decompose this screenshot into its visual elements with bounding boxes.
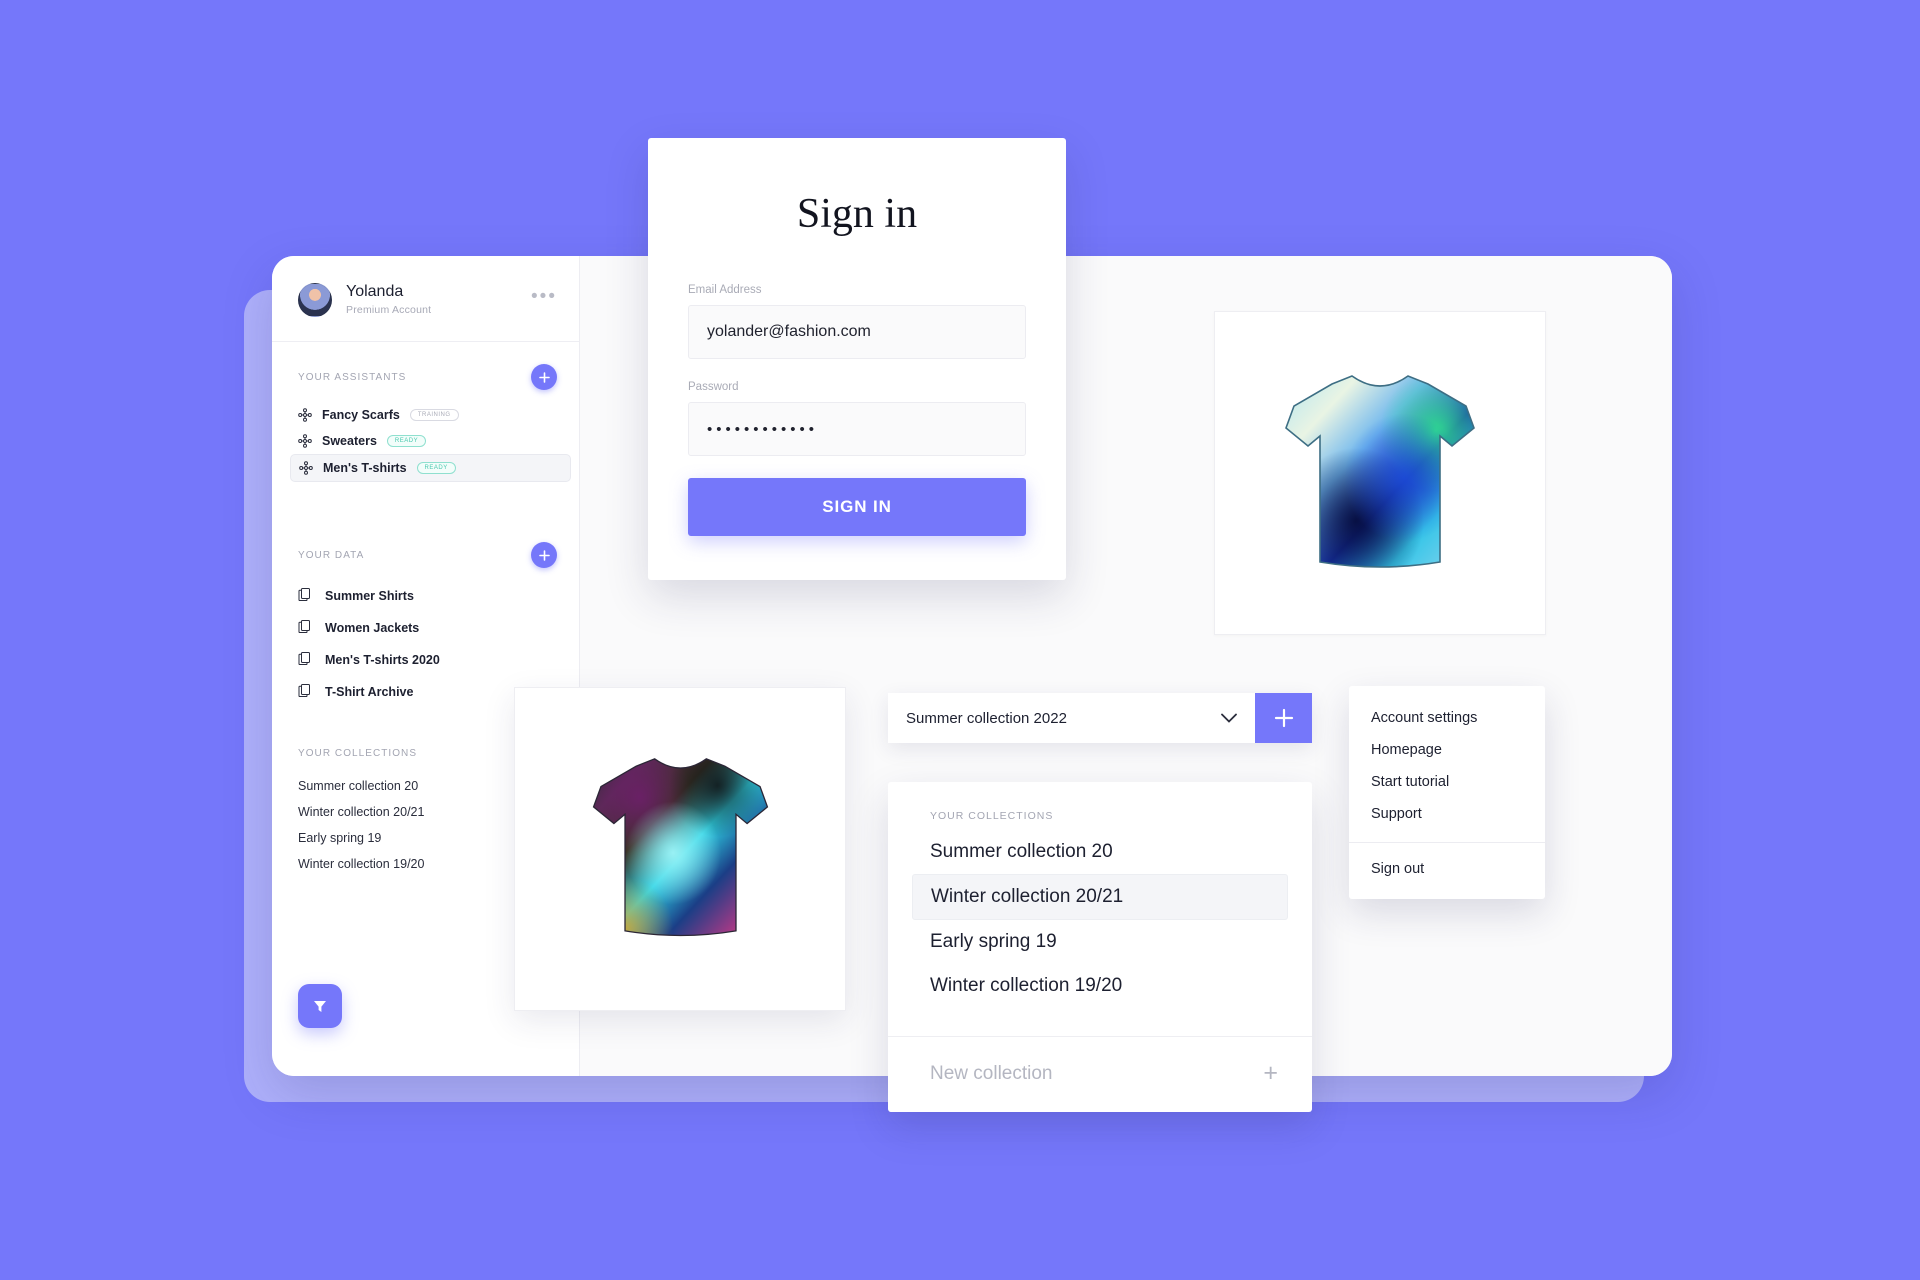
email-label: Email Address [688,284,762,296]
collection-select-value: Summer collection 2022 [906,709,1067,727]
overflow-menu-icon[interactable]: ••• [531,287,557,306]
add-collection-button[interactable] [1255,693,1312,743]
dropdown-item-winter-collection-20-21[interactable]: Winter collection 20/21 [912,874,1288,920]
plus-icon [538,549,550,561]
collections-title: YOUR COLLECTIONS [298,748,418,760]
data-label: Summer Shirts [325,589,414,604]
data-label: Men's T-shirts 2020 [325,653,440,668]
product-card-bottom[interactable] [514,687,846,1011]
assistant-item-mens-tshirts[interactable]: Men's T-shirts READY [290,454,571,483]
add-data-button[interactable] [531,542,557,569]
email-field-group: Email Address yolander@fashion.com [688,284,1026,359]
data-label: T-Shirt Archive [325,685,414,700]
plus-icon[interactable]: + [1263,1061,1278,1086]
assistants-title: YOUR ASSISTANTS [298,371,407,383]
avatar [298,282,332,317]
account-menu: Account settings Homepage Start tutorial… [1349,686,1545,899]
password-input[interactable]: •••••••••••• [688,402,1026,456]
assistant-label: Sweaters [322,434,377,449]
menu-item-start-tutorial[interactable]: Start tutorial [1349,766,1545,798]
copy-files-icon [298,619,313,637]
password-field-group: Password •••••••••••• [688,381,1026,456]
iridescent-tiedye-tshirt-image [592,758,768,937]
add-assistant-button[interactable] [531,364,557,391]
assistant-status-badge: READY [386,435,427,448]
assistant-node-icon [298,408,312,422]
assistant-node-icon [299,461,313,475]
assistant-label: Men's T-shirts [323,461,407,476]
assistant-label: Fancy Scarfs [322,408,400,423]
assistants-section: YOUR ASSISTANTS Fancy Scarfs TRAINING Sw… [272,342,579,483]
collection-select-bar: Summer collection 2022 [888,693,1312,743]
data-item-women-jackets[interactable]: Women Jackets [272,612,579,644]
assistant-item-fancy-scarfs[interactable]: Fancy Scarfs TRAINING [272,402,571,428]
data-title: YOUR DATA [298,549,365,561]
email-input[interactable]: yolander@fashion.com [688,305,1026,359]
copy-files-icon [298,651,313,669]
filter-funnel-icon [314,1001,326,1012]
menu-item-homepage[interactable]: Homepage [1349,734,1545,766]
profile-name: Yolanda [346,283,404,300]
assistants-list: Fancy Scarfs TRAINING Sweaters READY Men… [272,402,579,483]
data-section: YOUR DATA Summer Shirts Women Jackets Me… [272,520,579,708]
copy-files-icon [298,587,313,605]
data-label: Women Jackets [325,621,420,636]
menu-item-account-settings[interactable]: Account settings [1349,702,1545,734]
collection-select[interactable]: Summer collection 2022 [888,693,1255,743]
plus-icon [538,371,550,383]
assistant-item-sweaters[interactable]: Sweaters READY [272,428,571,454]
menu-item-support[interactable]: Support [1349,798,1545,830]
assistant-status-badge: TRAINING [409,409,459,422]
data-item-mens-tshirts-2020[interactable]: Men's T-shirts 2020 [272,644,579,676]
signin-submit-button[interactable]: SIGN IN [688,478,1026,536]
copy-files-icon [298,683,313,701]
product-card-top[interactable] [1214,311,1546,635]
password-label: Password [688,381,739,393]
collections-dropdown: YOUR COLLECTIONS Summer collection 20 Wi… [888,782,1312,1112]
profile-subtitle: Premium Account [346,304,432,316]
dropdown-item-early-spring-19[interactable]: Early spring 19 [888,920,1312,964]
dropdown-item-summer-collection-20[interactable]: Summer collection 20 [888,830,1312,874]
collections-dropdown-header: YOUR COLLECTIONS [930,810,1054,822]
blue-green-gradient-tshirt-image [1285,374,1475,568]
profile-row[interactable]: Yolanda Premium Account ••• [272,256,579,343]
dropdown-item-winter-collection-19-20[interactable]: Winter collection 19/20 [888,964,1312,1008]
data-item-summer-shirts[interactable]: Summer Shirts [272,580,579,612]
signin-modal: Sign in Email Address yolander@fashion.c… [648,138,1066,580]
assistant-status-badge: READY [416,462,456,475]
menu-item-sign-out[interactable]: Sign out [1349,853,1545,893]
plus-icon [1274,708,1293,728]
screen: Yolanda Premium Account ••• YOUR ASSISTA… [0,0,1920,1280]
chevron-down-icon[interactable] [1221,710,1237,727]
new-collection-label: New collection [930,1062,1053,1084]
assistant-node-icon [298,434,312,448]
filter-button[interactable] [298,984,342,1028]
signin-title: Sign in [796,191,918,237]
new-collection-row[interactable]: New collection + [888,1036,1312,1112]
menu-divider [1349,842,1545,843]
